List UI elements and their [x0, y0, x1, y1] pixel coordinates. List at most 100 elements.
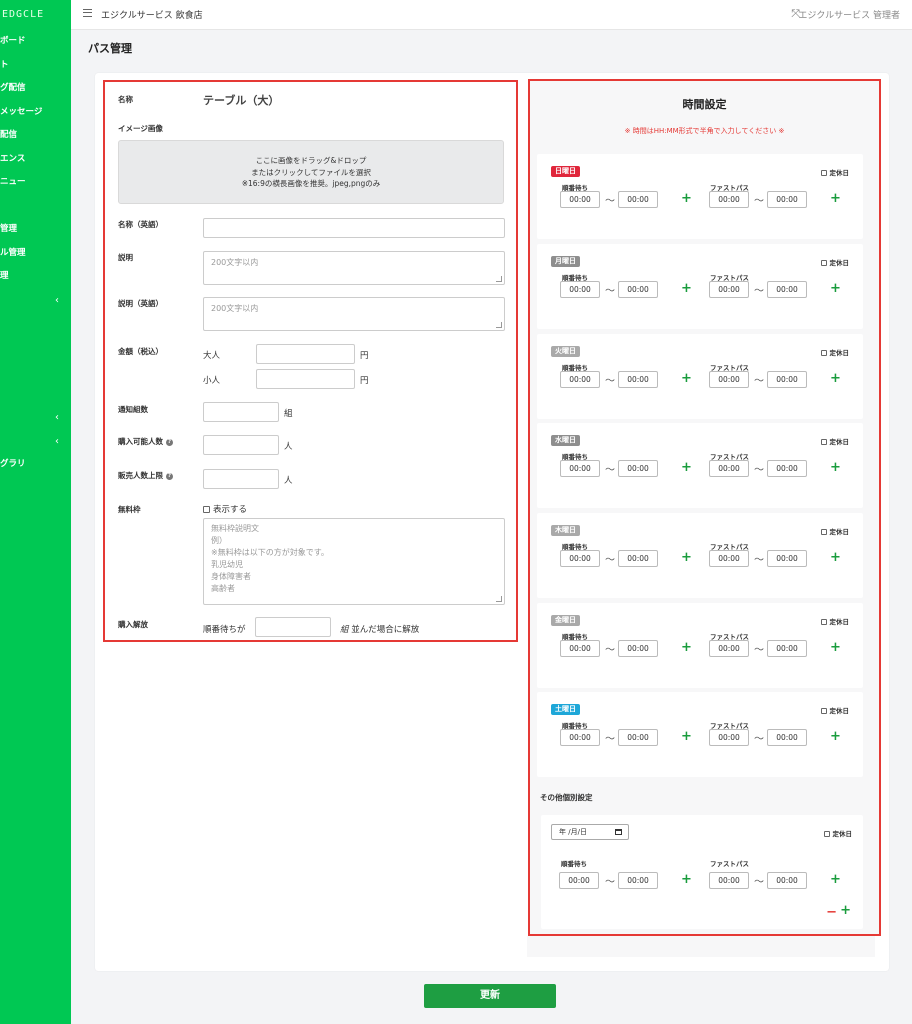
queue-from-input[interactable]: 00:00: [560, 640, 600, 657]
queue-to-input[interactable]: 00:00: [618, 281, 658, 298]
add-fastpass-time-icon[interactable]: +: [830, 460, 841, 475]
resize-grip-icon[interactable]: [496, 596, 502, 602]
queue-from-input[interactable]: 00:00: [560, 281, 600, 298]
add-fastpass-time-icon[interactable]: +: [830, 729, 841, 744]
remove-setting-icon[interactable]: −: [826, 905, 837, 920]
queue-from-input[interactable]: 00:00: [559, 872, 599, 889]
queue-to-input[interactable]: 00:00: [618, 550, 658, 567]
queue-to-input[interactable]: 00:00: [618, 371, 658, 388]
closed-day-checkbox[interactable]: 定休日: [820, 705, 849, 715]
user-name[interactable]: エジクルサービス 管理者: [798, 8, 900, 21]
queue-from-input[interactable]: 00:00: [560, 460, 600, 477]
checkbox-icon[interactable]: [823, 831, 830, 837]
fastpass-from-input[interactable]: 00:00: [709, 550, 749, 567]
fastpass-to-input[interactable]: 00:00: [767, 191, 807, 208]
add-queue-time-icon[interactable]: +: [681, 191, 692, 206]
closed-day-checkbox[interactable]: 定休日: [820, 436, 849, 446]
free-slot-textarea[interactable]: 無料枠説明文 例） ※無料枠は以下の方が対象です。 乳児幼児 身体障害者 高齢者: [203, 518, 505, 605]
checkbox-icon[interactable]: [820, 529, 827, 535]
sidebar-item[interactable]: ボード: [0, 30, 71, 54]
add-fastpass-time-icon[interactable]: +: [830, 550, 841, 565]
sidebar-item[interactable]: グラリ: [0, 453, 71, 477]
chevron-left-icon[interactable]: ‹: [55, 406, 59, 430]
sidebar-item[interactable]: [0, 195, 71, 219]
brand-logo[interactable]: EDGCLE: [0, 0, 71, 30]
sidebar-item[interactable]: ‹: [0, 289, 71, 313]
queue-to-input[interactable]: 00:00: [618, 640, 658, 657]
fastpass-to-input[interactable]: 00:00: [767, 371, 807, 388]
sidebar-item[interactable]: [0, 359, 71, 383]
sidebar-item[interactable]: ‹: [0, 406, 71, 430]
sidebar-item[interactable]: 理: [0, 265, 71, 289]
checkbox-icon[interactable]: [820, 439, 827, 445]
resize-grip-icon[interactable]: [496, 276, 502, 282]
description-textarea[interactable]: 200文字以内: [203, 251, 505, 285]
sidebar-item[interactable]: [0, 312, 71, 336]
closed-day-checkbox[interactable]: 定休日: [820, 526, 849, 536]
sidebar-item[interactable]: [0, 336, 71, 360]
calendar-icon[interactable]: [615, 829, 622, 835]
queue-to-input[interactable]: 00:00: [618, 729, 658, 746]
add-fastpass-time-icon[interactable]: +: [830, 371, 841, 386]
hamburger-icon[interactable]: [83, 9, 92, 17]
fastpass-to-input[interactable]: 00:00: [767, 640, 807, 657]
add-fastpass-time-icon[interactable]: +: [830, 872, 841, 887]
sidebar-item[interactable]: ル管理: [0, 242, 71, 266]
fastpass-to-input[interactable]: 00:00: [767, 729, 807, 746]
queue-from-input[interactable]: 00:00: [560, 191, 600, 208]
adult-price-input[interactable]: [256, 344, 355, 364]
queue-to-input[interactable]: 00:00: [618, 872, 658, 889]
queue-from-input[interactable]: 00:00: [560, 550, 600, 567]
sidebar-item[interactable]: メッセージ: [0, 101, 71, 125]
add-queue-time-icon[interactable]: +: [681, 550, 692, 565]
closed-day-checkbox[interactable]: 定休日: [823, 828, 852, 838]
closed-day-checkbox[interactable]: 定休日: [820, 167, 849, 177]
fastpass-to-input[interactable]: 00:00: [767, 872, 807, 889]
add-queue-time-icon[interactable]: +: [681, 281, 692, 296]
fastpass-from-input[interactable]: 00:00: [709, 640, 749, 657]
fastpass-to-input[interactable]: 00:00: [767, 281, 807, 298]
chevron-left-icon[interactable]: ‹: [55, 289, 59, 313]
fastpass-from-input[interactable]: 00:00: [709, 371, 749, 388]
add-queue-time-icon[interactable]: +: [681, 640, 692, 655]
fastpass-from-input[interactable]: 00:00: [709, 281, 749, 298]
checkbox-icon[interactable]: [820, 619, 827, 625]
add-queue-time-icon[interactable]: +: [681, 460, 692, 475]
sales-limit-input[interactable]: [203, 469, 279, 489]
sidebar-item[interactable]: [0, 383, 71, 407]
queue-from-input[interactable]: 00:00: [560, 371, 600, 388]
fastpass-from-input[interactable]: 00:00: [709, 460, 749, 477]
max-purchase-input[interactable]: [203, 435, 279, 455]
sidebar-item[interactable]: グ配信: [0, 77, 71, 101]
add-fastpass-time-icon[interactable]: +: [830, 191, 841, 206]
add-queue-time-icon[interactable]: +: [681, 872, 692, 887]
sidebar-item[interactable]: 配信: [0, 124, 71, 148]
fastpass-from-input[interactable]: 00:00: [709, 729, 749, 746]
fastpass-from-input[interactable]: 00:00: [709, 872, 749, 889]
fastpass-to-input[interactable]: 00:00: [767, 550, 807, 567]
add-setting-icon[interactable]: +: [840, 903, 851, 918]
closed-day-checkbox[interactable]: 定休日: [820, 257, 849, 267]
sidebar-item[interactable]: ト: [0, 54, 71, 78]
closed-day-checkbox[interactable]: 定休日: [820, 347, 849, 357]
sidebar-item[interactable]: エンス: [0, 148, 71, 172]
fastpass-to-input[interactable]: 00:00: [767, 460, 807, 477]
add-queue-time-icon[interactable]: +: [681, 729, 692, 744]
queue-to-input[interactable]: 00:00: [618, 460, 658, 477]
add-fastpass-time-icon[interactable]: +: [830, 640, 841, 655]
fastpass-from-input[interactable]: 00:00: [709, 191, 749, 208]
help-icon[interactable]: ?: [166, 473, 173, 480]
update-button[interactable]: 更新: [424, 984, 556, 1008]
date-input[interactable]: 年 /月/日: [551, 824, 629, 840]
release-groups-input[interactable]: [255, 617, 331, 637]
sidebar-item[interactable]: ‹: [0, 430, 71, 454]
checkbox-icon[interactable]: [203, 506, 210, 513]
add-fastpass-time-icon[interactable]: +: [830, 281, 841, 296]
queue-to-input[interactable]: 00:00: [618, 191, 658, 208]
help-icon[interactable]: ?: [166, 439, 173, 446]
name-en-input[interactable]: [203, 218, 505, 238]
description-en-textarea[interactable]: 200文字以内: [203, 297, 505, 331]
image-dropzone[interactable]: ここに画像をドラッグ&ドロップ またはクリックしてファイルを選択 ※16:9の横…: [118, 140, 504, 204]
closed-day-checkbox[interactable]: 定休日: [820, 616, 849, 626]
checkbox-icon[interactable]: [820, 708, 827, 714]
